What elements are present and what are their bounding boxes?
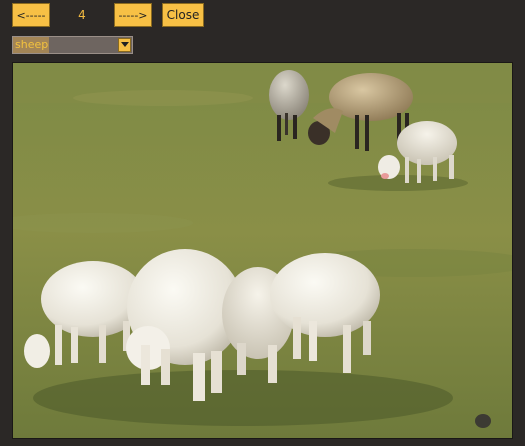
close-button[interactable]: Close bbox=[162, 3, 204, 27]
prev-button-label: <----- bbox=[16, 8, 46, 22]
category-select-field bbox=[49, 37, 117, 53]
page-number: 4 bbox=[78, 8, 86, 22]
next-button-label: -----> bbox=[118, 8, 148, 22]
chevron-down-icon[interactable] bbox=[118, 38, 131, 52]
category-select-value: sheep bbox=[13, 37, 49, 53]
prev-button[interactable]: <----- bbox=[12, 3, 50, 27]
category-select[interactable]: sheep bbox=[12, 36, 133, 54]
next-button[interactable]: -----> bbox=[114, 3, 152, 27]
viewer-window: <----- 4 -----> Close sheep bbox=[0, 0, 525, 446]
close-button-label: Close bbox=[166, 8, 200, 22]
sheep-photo bbox=[12, 62, 513, 439]
